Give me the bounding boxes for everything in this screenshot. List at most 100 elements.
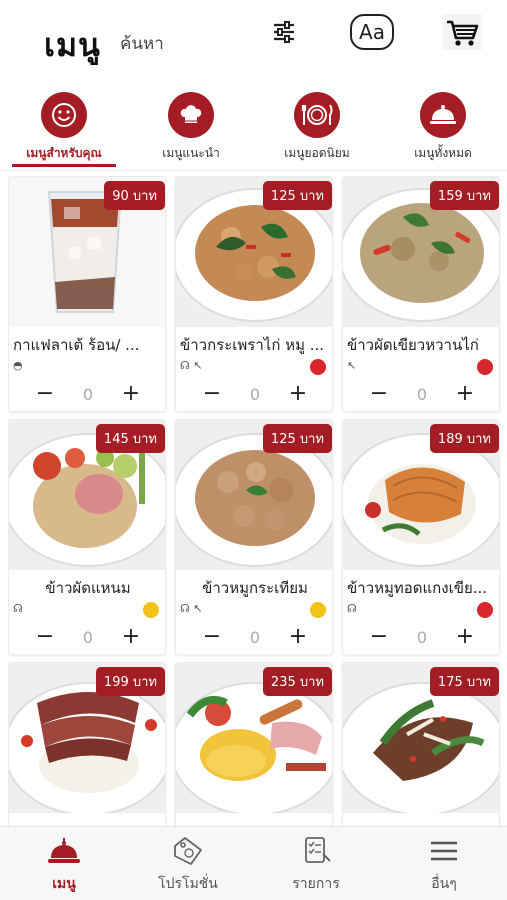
decrease-button[interactable]: − [200, 383, 224, 407]
quantity-value: 0 [82, 385, 94, 404]
menu-item-name: ข้าวกระเพราไก่ หมู ... [180, 336, 325, 354]
menu-grid: 90 บาท กาแฟลาเต้ ร้อน/ ... ◓ − 0 + 125 บ… [8, 176, 502, 826]
decrease-button[interactable]: − [200, 626, 224, 650]
quantity-stepper: − 0 + [9, 383, 165, 407]
menu-item-name: ข้าวผัดแหนม [45, 579, 131, 597]
menu-card[interactable]: 125 บาท ข้าวกระเพราไก่ หมู ... ☊ ↖ − 0 + [175, 176, 333, 412]
increase-button[interactable]: + [119, 383, 143, 407]
chef-hat-icon [168, 92, 214, 138]
food-image: 175 บาท [343, 663, 499, 813]
spicy-indicator-icon [477, 602, 493, 618]
decrease-button[interactable]: − [367, 383, 391, 407]
tab-for-you[interactable]: เมนูสำหรับคุณ [9, 86, 119, 166]
food-image: 90 บาท [9, 177, 165, 327]
menu-card[interactable]: 189 บาท ข้าวหมูทอดแกงเขีย... ☊ − 0 + [342, 419, 500, 655]
promo-tag-icon [170, 835, 206, 867]
menu-card[interactable]: 235 บาท [175, 662, 333, 826]
dietary-icons: ☊ [347, 602, 357, 615]
tab-popular[interactable]: เมนูยอดนิยม [262, 86, 372, 166]
page-title: เมนู [44, 26, 101, 64]
nav-label: เมนู [52, 876, 76, 892]
font-size-icon: Aa [350, 14, 394, 50]
price-badge: 159 บาท [429, 181, 499, 210]
tab-all[interactable]: เมนูทั้งหมด [388, 86, 498, 166]
category-tabs: เมนูสำหรับคุณ เมนูแนะนำ เมนูยอดนิยม เมนู… [0, 86, 507, 168]
increase-button[interactable]: + [453, 626, 477, 650]
food-image: 159 บาท [343, 177, 499, 327]
price-badge: 199 บาท [95, 667, 165, 696]
food-image: 125 บาท [176, 177, 332, 327]
nav-orders[interactable]: รายการ [266, 835, 366, 897]
nav-label: อื่นๆ [431, 876, 457, 892]
order-list-icon [298, 835, 334, 867]
nav-label: โปรโมชั่น [158, 876, 218, 892]
app-header: เมนู ค้นหา Aa [0, 0, 507, 80]
tab-label: เมนูยอดนิยม [284, 146, 350, 160]
menu-item-name: ข้าวหมูทอดแกงเขีย... [347, 579, 488, 597]
tab-label: เมนูทั้งหมด [414, 146, 472, 160]
increase-button[interactable]: + [119, 626, 143, 650]
menu-card[interactable]: 199 บาท [8, 662, 166, 826]
menu-item-name: ข้าวหมูกระเทียม [202, 579, 308, 597]
nav-more[interactable]: อื่นๆ [394, 835, 494, 897]
menu-card[interactable]: 159 บาท ข้าวผัดเขียวหวานไก่ ↖ − 0 + [342, 176, 500, 412]
divider [0, 170, 507, 171]
increase-button[interactable]: + [286, 626, 310, 650]
dietary-icons: ☊ ↖ [180, 602, 203, 615]
cart-button[interactable] [440, 12, 484, 52]
mild-indicator-icon [310, 602, 326, 618]
spicy-indicator-icon [477, 359, 493, 375]
nav-menu[interactable]: เมนู [14, 835, 114, 897]
mild-indicator-icon [143, 602, 159, 618]
search-button[interactable]: ค้นหา [120, 30, 164, 57]
price-badge: 145 บาท [95, 424, 165, 453]
cloche-icon [46, 835, 82, 867]
food-image: 189 บาท [343, 420, 499, 570]
smile-icon [41, 92, 87, 138]
price-badge: 235 บาท [262, 667, 332, 696]
spicy-indicator-icon [310, 359, 326, 375]
quantity-value: 0 [249, 385, 261, 404]
quantity-value: 0 [416, 628, 428, 647]
decrease-button[interactable]: − [33, 626, 57, 650]
food-image: 199 บาท [9, 663, 165, 813]
quantity-value: 0 [249, 628, 261, 647]
food-image: 125 บาท [176, 420, 332, 570]
nav-promotion[interactable]: โปรโมชั่น [138, 835, 238, 897]
quantity-stepper: − 0 + [176, 626, 332, 650]
quantity-value: 0 [416, 385, 428, 404]
price-badge: 125 บาท [262, 181, 332, 210]
filter-button[interactable] [262, 12, 306, 52]
cloche-icon [420, 92, 466, 138]
font-size-button[interactable]: Aa [350, 12, 394, 52]
bottom-navigation: เมนู โปรโมชั่น รายการ อื่นๆ [0, 826, 507, 900]
dietary-icons: ◓ [13, 359, 23, 372]
tab-recommended[interactable]: เมนูแนะนำ [136, 86, 246, 166]
plate-cutlery-icon [294, 92, 340, 138]
menu-card[interactable]: 145 บาท ข้าวผัดแหนม ☊ − 0 + [8, 419, 166, 655]
menu-card[interactable]: 175 บาท [342, 662, 500, 826]
filter-icon [274, 21, 294, 43]
food-image: 235 บาท [176, 663, 332, 813]
cart-icon [442, 14, 482, 50]
increase-button[interactable]: + [453, 383, 477, 407]
price-badge: 175 บาท [429, 667, 499, 696]
menu-card[interactable]: 90 บาท กาแฟลาเต้ ร้อน/ ... ◓ − 0 + [8, 176, 166, 412]
nav-label: รายการ [292, 876, 340, 892]
food-image: 145 บาท [9, 420, 165, 570]
active-tab-indicator [12, 164, 116, 167]
dietary-icons: ☊ [13, 602, 23, 615]
increase-button[interactable]: + [286, 383, 310, 407]
tab-label: เมนูแนะนำ [162, 146, 220, 160]
hamburger-menu-icon [426, 835, 462, 867]
quantity-value: 0 [82, 628, 94, 647]
price-badge: 125 บาท [262, 424, 332, 453]
menu-card[interactable]: 125 บาท ข้าวหมูกระเทียม ☊ ↖ − 0 + [175, 419, 333, 655]
decrease-button[interactable]: − [33, 383, 57, 407]
quantity-stepper: − 0 + [343, 626, 499, 650]
decrease-button[interactable]: − [367, 626, 391, 650]
quantity-stepper: − 0 + [9, 626, 165, 650]
menu-item-name: กาแฟลาเต้ ร้อน/ ... [13, 336, 140, 354]
dietary-icons: ☊ ↖ [180, 359, 203, 372]
price-badge: 189 บาท [429, 424, 499, 453]
